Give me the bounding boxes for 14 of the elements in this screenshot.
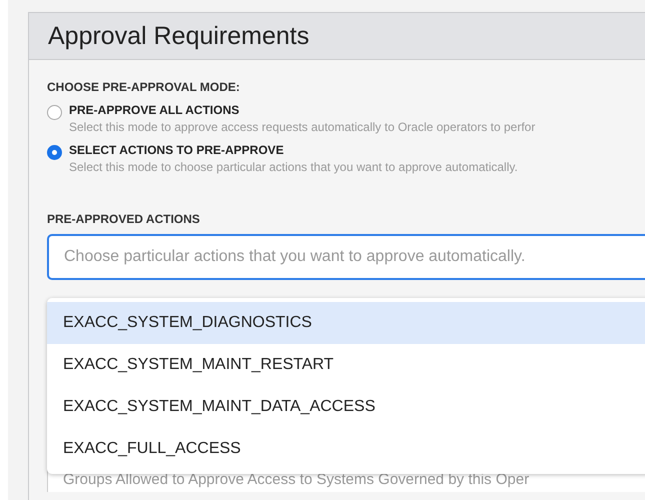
option-label[interactable]: SELECT ACTIONS TO PRE-APPROVE bbox=[69, 143, 284, 157]
dropdown-option[interactable]: EXACC_SYSTEM_MAINT_RESTART bbox=[47, 344, 645, 386]
dropdown-option[interactable]: EXACC_FULL_ACCESS bbox=[47, 428, 645, 470]
radio-button[interactable] bbox=[47, 145, 62, 160]
panel-title: Approval Requirements bbox=[48, 22, 310, 50]
dropdown-option[interactable]: EXACC_SYSTEM_MAINT_DATA_ACCESS bbox=[47, 386, 645, 428]
radio-button[interactable] bbox=[47, 105, 62, 120]
dropdown-option[interactable]: EXACC_SYSTEM_DIAGNOSTICS bbox=[47, 302, 645, 344]
section-label: CHOOSE PRE-APPROVAL MODE: bbox=[47, 80, 241, 94]
option-label[interactable]: PRE-APPROVE ALL ACTIONS bbox=[69, 103, 240, 117]
option-description: Select this mode to approve access requests automatically to Oracle operators to perfor bbox=[69, 120, 536, 134]
field-label: PRE-APPROVED ACTIONS bbox=[47, 212, 201, 226]
option-description: Select this mode to choose particular actions that you want to approve automatically. bbox=[69, 160, 518, 174]
actions-input-field[interactable]: Choose particular actions that you want to approve automatically. bbox=[47, 234, 645, 280]
